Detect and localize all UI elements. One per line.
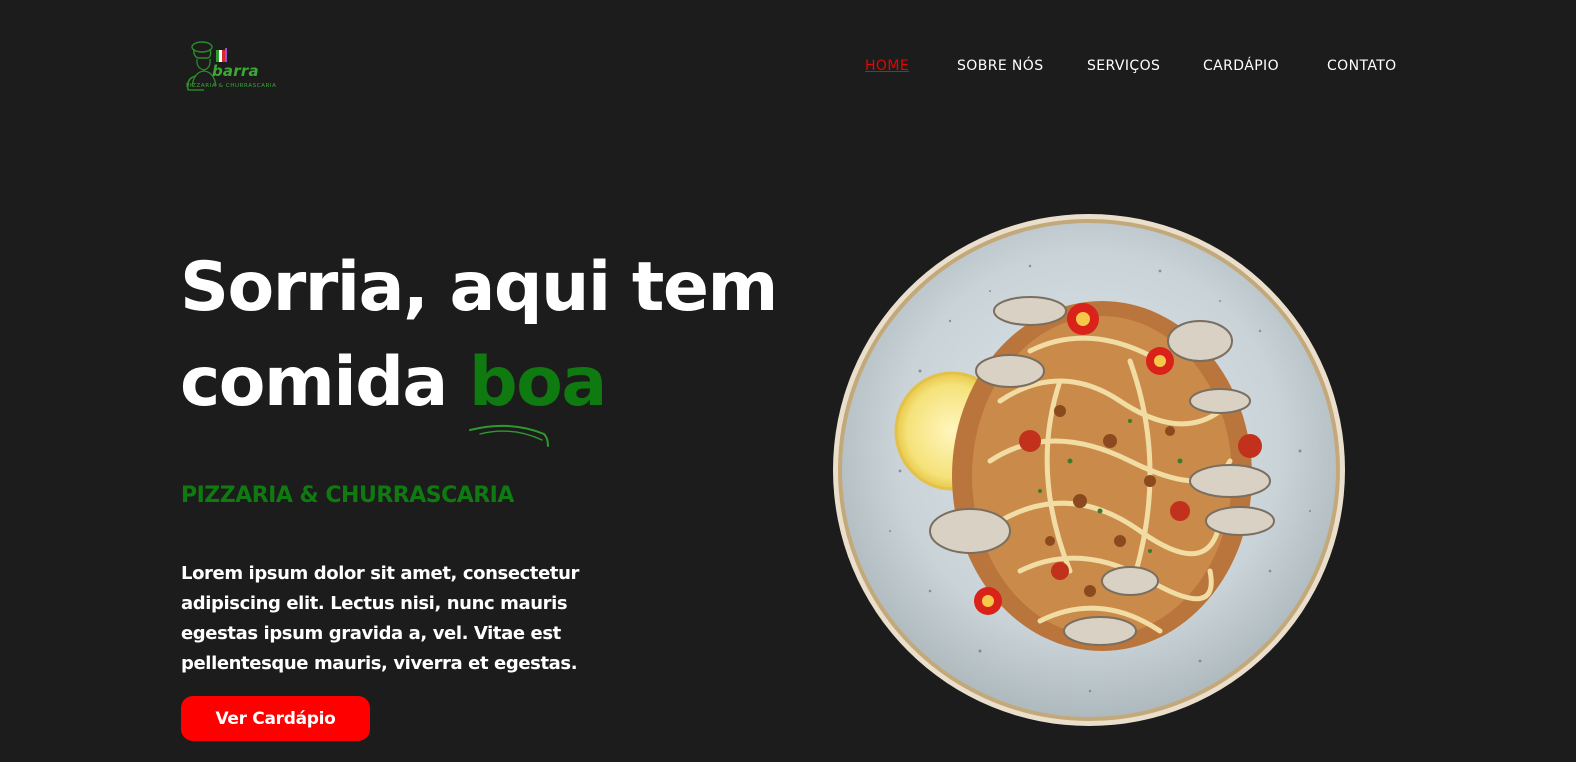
hero-description: Lorem ipsum dolor sit amet, consectetur … <box>181 563 580 674</box>
ver-cardapio-button[interactable]: Ver Cardápio <box>181 696 370 741</box>
hero-title-line2: comida <box>180 343 448 422</box>
nav-sobre-nos-link[interactable]: SOBRE NÓS <box>957 58 1044 74</box>
hero-title-line1: Sorria, aqui tem <box>180 248 778 327</box>
swoosh-underline-icon <box>469 424 549 447</box>
pasta-plate-icon <box>833 214 1345 726</box>
nav-cardapio-link[interactable]: CARDÁPIO <box>1203 58 1279 74</box>
hero-title-accent: boa <box>468 343 607 422</box>
dish-image <box>830 211 1348 729</box>
nav-servicos-link[interactable]: SERVIÇOS <box>1087 58 1160 74</box>
main-nav: HOME SOBRE NÓS SERVIÇOS CARDÁPIO CONTATO <box>0 58 1576 78</box>
hero-subtitle: PIZZARIA & CHURRASCARIA <box>181 483 514 508</box>
nav-home-link[interactable]: HOME <box>865 58 909 74</box>
logo-tagline: PIZZARIA & CHURRASCARIA <box>186 83 277 89</box>
hero-title: Sorria, aqui tem comida boa <box>180 240 778 430</box>
nav-contato-link[interactable]: CONTATO <box>1327 58 1397 74</box>
